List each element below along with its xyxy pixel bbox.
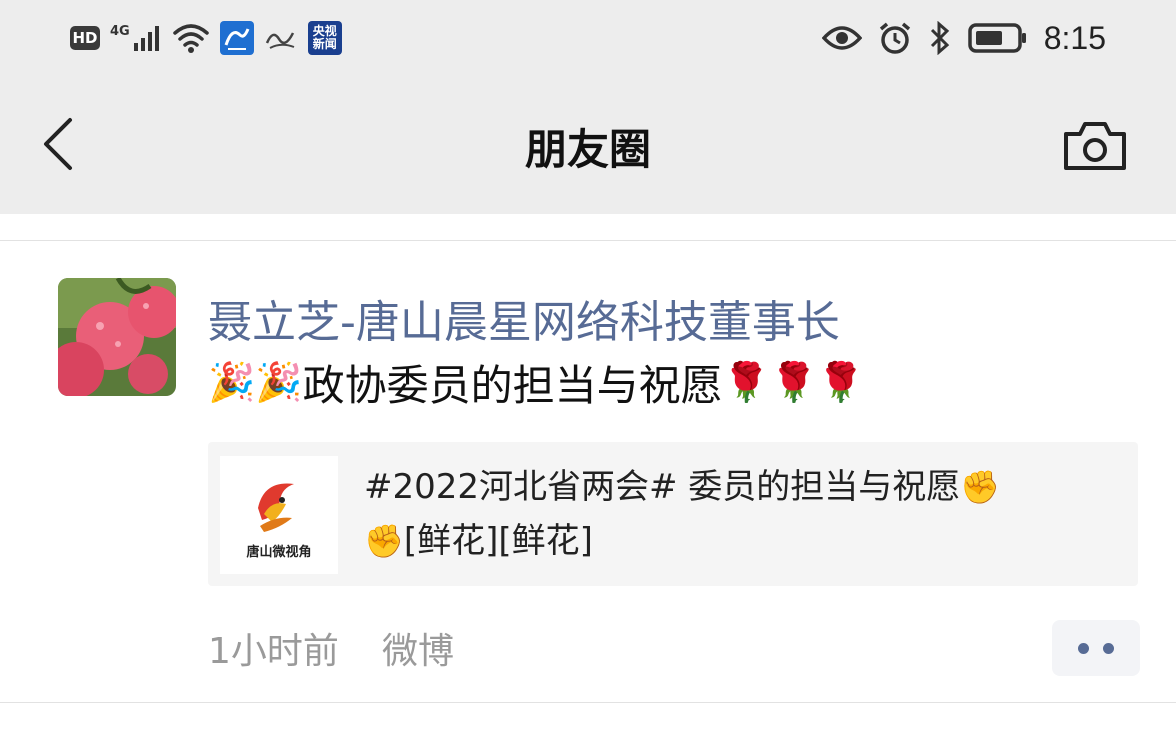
status-bar: HD 4G 央视新闻 8:15 <box>0 0 1176 80</box>
fist-emoji: ✊ <box>364 522 404 560</box>
xuexi-icon <box>264 21 298 55</box>
eye-icon <box>821 26 862 50</box>
camera-button[interactable] <box>1062 120 1128 172</box>
more-dot-icon <box>1078 642 1089 654</box>
wifi-icon <box>172 24 209 53</box>
network-type-label: 4G <box>110 23 130 39</box>
fist-emoji: ✊ <box>960 468 1001 506</box>
clock: 8:15 <box>1043 19 1106 56</box>
alarm-icon <box>879 22 910 54</box>
cctv-news-icon: 央视新闻 <box>307 21 342 55</box>
post-timestamp: 1小时前 <box>208 631 339 672</box>
ink-calligraphy-icon <box>219 21 254 55</box>
battery-icon <box>967 23 1026 53</box>
post-source: 微博 <box>382 631 455 672</box>
nav-bar: 朋友圈 <box>0 80 1176 214</box>
post-content: 🎉 🎉 政协委员的担当与祝愿 🌹 🌹 🌹 <box>208 352 865 412</box>
rose-emoji: 🌹 <box>817 360 865 404</box>
status-right: 8:15 <box>821 16 1106 60</box>
post-author[interactable]: 聂立芝-唐山晨星网络科技董事长 <box>208 286 840 350</box>
party-popper-emoji: 🎉 <box>255 360 303 404</box>
post-bottom-divider <box>0 702 1176 703</box>
link-description: #2022河北省两会# 委员的担当与祝愿✊ ✊[鲜花][鲜花] <box>364 460 1104 568</box>
link-line-2: ✊[鲜花][鲜花] <box>364 514 1104 568</box>
page-title: 朋友圈 <box>524 125 651 174</box>
status-left: HD 4G 央视新闻 <box>70 18 342 58</box>
party-popper-emoji: 🎉 <box>208 360 256 404</box>
rose-emoji: 🌹 <box>770 360 818 404</box>
link-thumbnail: 唐山微视角 <box>220 456 338 574</box>
shared-link-card[interactable]: 唐山微视角 #2022河北省两会# 委员的担当与祝愿✊ ✊[鲜花][鲜花] <box>208 442 1138 586</box>
avatar[interactable] <box>58 278 176 396</box>
bluetooth-icon <box>930 21 949 55</box>
link-line-1: #2022河北省两会# 委员的担当与祝愿✊ <box>364 460 1104 514</box>
camera-icon <box>1064 122 1126 170</box>
more-actions-button[interactable] <box>1052 620 1140 676</box>
rose-emoji: 🌹 <box>722 360 770 404</box>
link-thumb-label: 唐山微视角 <box>246 544 311 560</box>
rooster-logo-icon: 唐山微视角 <box>246 483 312 560</box>
link-title: #2022河北省两会# 委员的担当与祝愿 <box>364 467 961 507</box>
more-dot-icon <box>1103 642 1114 654</box>
signal-icon <box>133 26 159 51</box>
lychee-avatar-icon <box>58 278 176 396</box>
hd-badge: HD <box>70 26 100 50</box>
post-text: 政协委员的担当与祝愿 <box>302 360 723 410</box>
link-flower-tags: [鲜花][鲜花] <box>403 521 593 561</box>
feed-top-divider <box>0 240 1176 241</box>
